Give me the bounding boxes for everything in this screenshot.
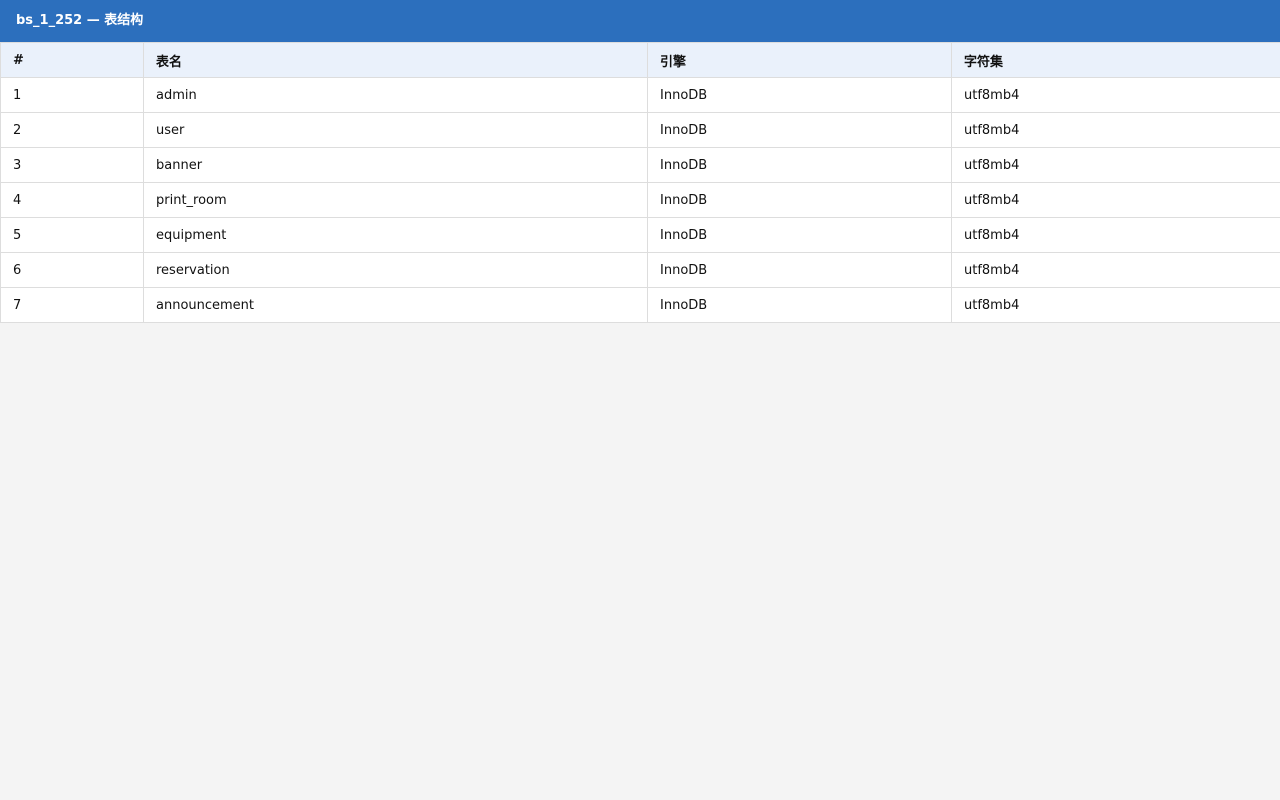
cell-engine: InnoDB [647,112,952,148]
cell-charset: utf8mb4 [951,252,1280,288]
cell-charset: utf8mb4 [951,77,1280,113]
cell-index: 7 [0,287,144,323]
cell-charset: utf8mb4 [951,217,1280,253]
table-row: 2 user InnoDB utf8mb4 [0,112,1280,148]
table-header-row: # 表名 引擎 字符集 [0,42,1280,78]
column-header-index: # [0,42,144,78]
page-title: bs_1_252 — 表结构 [16,13,144,28]
cell-table-name: banner [143,147,648,183]
table-row: 5 equipment InnoDB utf8mb4 [0,217,1280,253]
cell-index: 1 [0,77,144,113]
cell-table-name: print_room [143,182,648,218]
table-row: 4 print_room InnoDB utf8mb4 [0,182,1280,218]
cell-index: 4 [0,182,144,218]
cell-charset: utf8mb4 [951,147,1280,183]
cell-table-name: announcement [143,287,648,323]
cell-table-name: admin [143,77,648,113]
cell-engine: InnoDB [647,252,952,288]
table-row: 7 announcement InnoDB utf8mb4 [0,287,1280,323]
cell-table-name: reservation [143,252,648,288]
table-row: 6 reservation InnoDB utf8mb4 [0,252,1280,288]
cell-table-name: user [143,112,648,148]
cell-engine: InnoDB [647,147,952,183]
cell-charset: utf8mb4 [951,287,1280,323]
cell-index: 5 [0,217,144,253]
cell-index: 6 [0,252,144,288]
cell-charset: utf8mb4 [951,112,1280,148]
cell-engine: InnoDB [647,217,952,253]
column-header-engine: 引擎 [647,42,952,78]
cell-engine: InnoDB [647,182,952,218]
cell-table-name: equipment [143,217,648,253]
column-header-charset: 字符集 [951,42,1280,78]
cell-charset: utf8mb4 [951,182,1280,218]
cell-index: 2 [0,112,144,148]
cell-index: 3 [0,147,144,183]
page-header: bs_1_252 — 表结构 [0,0,1280,42]
cell-engine: InnoDB [647,287,952,323]
table-row: 3 banner InnoDB utf8mb4 [0,147,1280,183]
column-header-table-name: 表名 [143,42,648,78]
table-row: 1 admin InnoDB utf8mb4 [0,77,1280,113]
cell-engine: InnoDB [647,77,952,113]
table-structure: # 表名 引擎 字符集 1 admin InnoDB utf8mb4 2 use… [0,42,1280,323]
